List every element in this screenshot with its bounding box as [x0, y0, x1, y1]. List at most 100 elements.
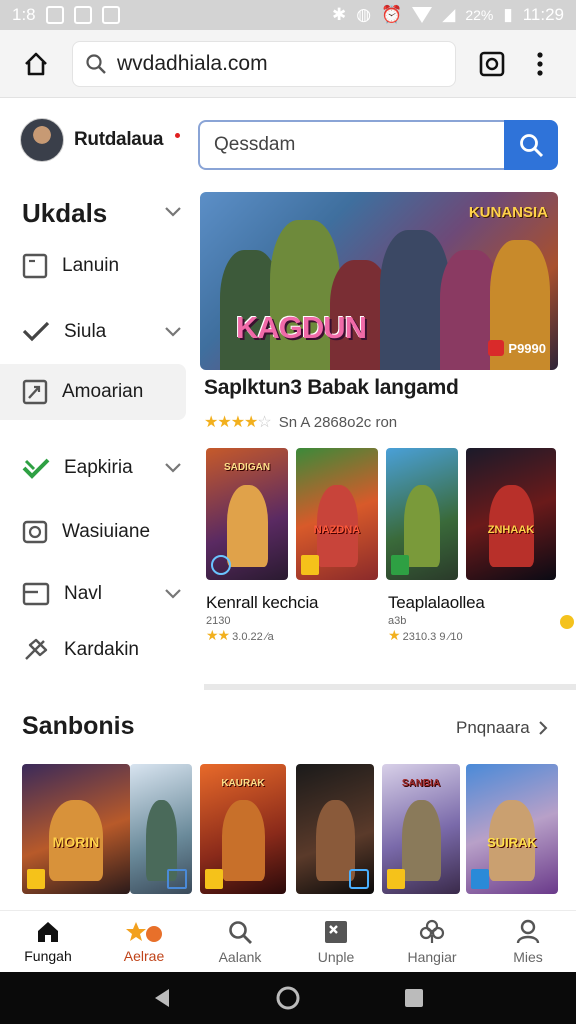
card-icon [22, 582, 50, 606]
search-input[interactable] [198, 120, 504, 170]
tab-featured[interactable]: Aelrae [96, 911, 192, 972]
card-figure [315, 800, 355, 881]
tab-hangiar[interactable]: Hangiar [384, 911, 480, 972]
url-text: wvdadhiala.com [117, 51, 268, 75]
browser-toolbar: wvdadhiala.com [0, 30, 576, 98]
profile[interactable]: Rutdalaua [20, 118, 181, 162]
banner-badge: P9990 [488, 340, 546, 356]
game-rating: 2310.3 9 ⁄10 [402, 631, 463, 643]
clover-icon [419, 919, 445, 943]
rating-stars: ★★★★☆ [204, 414, 272, 431]
game-card[interactable]: MORIN [22, 764, 130, 894]
tag-icon [25, 638, 48, 660]
game-title[interactable]: Kenrall kechcia [206, 593, 318, 613]
search-icon [86, 53, 106, 74]
sidebar-heading-label: Ukdals [22, 198, 108, 228]
banner-corner-logo: KUNANSIA [468, 204, 548, 221]
card-figure [226, 484, 268, 567]
game-card[interactable] [130, 764, 192, 894]
camera-icon [22, 520, 48, 544]
card-figure [404, 484, 440, 567]
tab-label: Unple [317, 948, 355, 965]
cell-signal-icon: ◢ [442, 5, 456, 24]
carousel-dot[interactable] [560, 615, 574, 629]
wifi-icon [412, 7, 433, 23]
sidebar-item-siula[interactable]: Siula [0, 304, 186, 360]
age-rating-icon [205, 869, 223, 889]
see-more-link[interactable]: Pnqnaara [456, 718, 548, 738]
tab-label: Fungah [24, 947, 72, 964]
status-time-right: 11:29 [522, 5, 564, 24]
menu-button[interactable] [516, 40, 564, 88]
game-card[interactable] [296, 764, 374, 894]
notification-dot [175, 132, 181, 138]
featured-game-title[interactable]: Saplktun3 Babak langamd [204, 376, 459, 400]
tab-home[interactable]: Fungah [0, 911, 96, 972]
card-badge-icon [349, 869, 369, 889]
url-bar[interactable]: wvdadhiala.com [72, 40, 456, 87]
game-card[interactable]: NAZDNA [296, 448, 378, 580]
search-icon [520, 134, 544, 158]
banner-badge-text: P9990 [508, 340, 546, 356]
recents-icon[interactable] [403, 987, 425, 1009]
status-time-left: 1:8 [12, 5, 36, 24]
tab-profile[interactable]: Mies [480, 911, 576, 972]
sidebar-item-kardakin[interactable]: Kardakin [0, 622, 186, 678]
sidebar-item-wasiuiane[interactable]: Wasiuiane [0, 504, 186, 560]
game-card[interactable] [386, 448, 458, 580]
photo-notification-icon [101, 6, 120, 24]
sidebar-item-eapkiria[interactable]: Eapkiria [0, 440, 186, 496]
featured-meta: ★★★★☆ Sn A 2868o2c ron [204, 412, 397, 432]
game-card[interactable]: ZNHAAK [466, 448, 556, 580]
chevron-right-icon [539, 721, 548, 735]
featured-meta-text: Sn A 2868o2c ron [278, 413, 398, 431]
green-check-icon [22, 458, 50, 479]
game-meta: a3b ★ 2310.3 9 ⁄10 [388, 614, 463, 644]
alarm-icon: ⏰ [381, 5, 403, 24]
sidebar-item-label: Wasiuiane [62, 521, 151, 542]
tab-apps[interactable]: Unple [288, 911, 384, 972]
featured-banner[interactable]: KUNANSIA KAGDUN P9990 [200, 192, 558, 370]
card-caption: ZNHAAK [487, 524, 535, 536]
card-figure [401, 800, 441, 881]
game-card[interactable]: SANBIA [382, 764, 460, 894]
age-rating-icon [471, 869, 489, 889]
sidebar-item-label: Siula [64, 321, 107, 342]
card-caption: MORIN [52, 834, 100, 850]
game-sub: 2130 [206, 615, 231, 627]
star-badge-icon [126, 921, 162, 942]
x-box-icon [325, 920, 347, 943]
tabs-button[interactable] [468, 40, 516, 88]
game-card[interactable]: SUIRAK [466, 764, 558, 894]
publisher-icon [488, 340, 505, 356]
game-card[interactable]: KAURAK [200, 764, 286, 894]
chevron-down-icon[interactable] [164, 206, 182, 218]
sidebar-item-label: Kardakin [64, 639, 139, 660]
search-button[interactable] [504, 120, 558, 170]
game-meta: 2130 ★★ 3.0.22 ⁄a [206, 614, 274, 644]
banner-title: KAGDUN [236, 310, 367, 345]
card-badge-icon [211, 555, 231, 575]
home-icon [38, 921, 58, 942]
section-title: Sanbonis [22, 712, 135, 740]
bluetooth-icon: ✱ [331, 5, 347, 24]
back-icon[interactable] [151, 987, 173, 1009]
rating-stars: ★ [388, 627, 401, 643]
home-circle-icon[interactable] [275, 985, 301, 1011]
sidebar-item-label: Navl [64, 583, 103, 604]
game-card[interactable]: SADIGAN [206, 448, 288, 580]
tab-label: Aelrae [123, 947, 165, 964]
vibrate-icon: ◍ [356, 5, 372, 24]
sidebar-item-label: Amoarian [62, 381, 144, 402]
sidebar-item-lanuin[interactable]: Lanuin [0, 238, 186, 294]
system-nav-bar [0, 972, 576, 1024]
person-icon [516, 919, 540, 943]
home-button[interactable] [12, 40, 60, 88]
tab-label: Hangiar [407, 948, 457, 965]
sidebar-heading[interactable]: Ukdals [22, 198, 107, 229]
game-title[interactable]: Teaplalaollea [388, 593, 485, 613]
tab-search[interactable]: Aalank [192, 911, 288, 972]
battery-icon: ▮ [503, 5, 513, 24]
sidebar-item-amoarian[interactable]: Amoarian [0, 364, 186, 420]
sidebar-item-navl[interactable]: Navl [0, 566, 186, 622]
